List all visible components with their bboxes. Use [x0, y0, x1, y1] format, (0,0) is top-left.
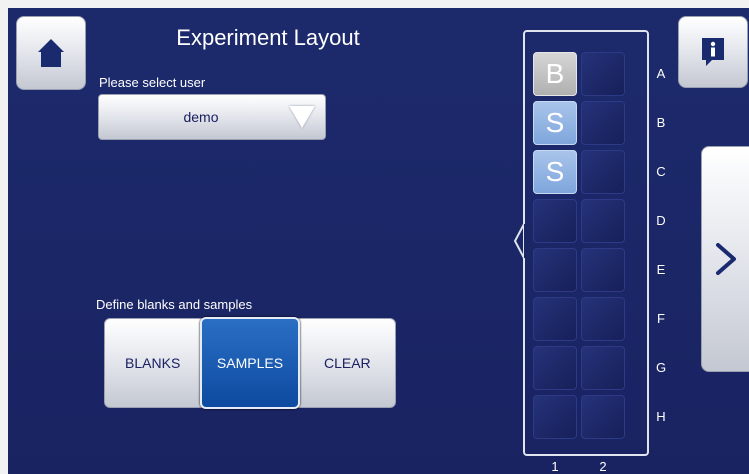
row-label-D: D: [656, 213, 666, 228]
chevron-right-icon: [716, 243, 736, 275]
page-title: Experiment Layout: [176, 25, 360, 50]
triangle-down-icon: [289, 106, 315, 128]
row-label-B: B: [656, 115, 666, 130]
row-label-F: F: [657, 311, 665, 326]
well-G1[interactable]: [533, 346, 577, 390]
next-button[interactable]: [701, 146, 749, 372]
user-dropdown-value: demo: [183, 109, 219, 125]
row-label-E: E: [656, 262, 666, 277]
user-select-label: Please select user: [99, 75, 206, 90]
well-H1[interactable]: [533, 395, 577, 439]
well-E2[interactable]: [581, 248, 625, 292]
well-A1[interactable]: B: [533, 52, 577, 96]
well-A2[interactable]: [581, 52, 625, 96]
well-C2[interactable]: [581, 150, 625, 194]
well-E1[interactable]: [533, 248, 577, 292]
column-label-2: 2: [599, 459, 607, 474]
blanks-button[interactable]: BLANKS: [105, 319, 200, 407]
column-label-1: 1: [551, 459, 559, 474]
row-label-G: G: [655, 360, 667, 375]
home-button[interactable]: [16, 16, 86, 90]
home-icon: [38, 39, 64, 67]
row-label-H: H: [656, 409, 666, 424]
clear-button[interactable]: CLEAR: [300, 319, 395, 407]
row-label-C: C: [656, 164, 666, 179]
well-C1[interactable]: S: [533, 150, 577, 194]
experiment-layout-screen: Experiment Layout Please select user dem…: [8, 8, 749, 474]
well-F1[interactable]: [533, 297, 577, 341]
user-dropdown[interactable]: demo: [98, 94, 326, 140]
well-D1[interactable]: [533, 199, 577, 243]
info-button[interactable]: [678, 16, 748, 88]
plate-notch: [513, 224, 533, 258]
well-G2[interactable]: [581, 346, 625, 390]
define-label: Define blanks and samples: [96, 297, 253, 312]
well-B2[interactable]: [581, 101, 625, 145]
info-icon: [702, 38, 724, 66]
samples-button[interactable]: SAMPLES: [200, 317, 300, 409]
well-D2[interactable]: [581, 199, 625, 243]
well-B1[interactable]: S: [533, 101, 577, 145]
blanks-samples-segmented-control: BLANKS SAMPLES CLEAR: [104, 317, 396, 409]
well-F2[interactable]: [581, 297, 625, 341]
well-H2[interactable]: [581, 395, 625, 439]
row-label-A: A: [656, 66, 666, 81]
